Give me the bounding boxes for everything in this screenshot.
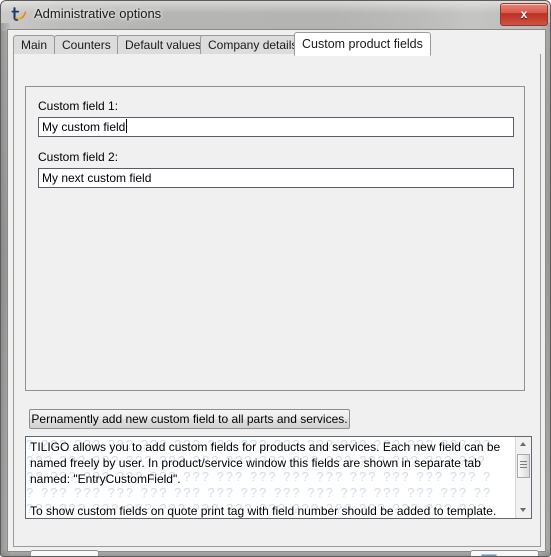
info-text-content: TILIGO allows you to add custom fields f… [30, 439, 510, 518]
title-bar[interactable]: Administrative options x [1, 1, 550, 29]
save-button[interactable]: Save [470, 550, 539, 556]
text-caret [126, 119, 127, 133]
custom-field-2-input[interactable]: My next custom field [38, 168, 514, 188]
cancel-button[interactable]: Cancel [30, 550, 99, 556]
tab-custom-product-fields[interactable]: Custom product fields [294, 32, 431, 56]
info-text-box[interactable]: ? ??? ??? ??? ??? ??? ??? ??? ??? ??? ??… [25, 436, 532, 519]
tab-counters[interactable]: Counters [54, 35, 119, 55]
close-button[interactable]: x [500, 3, 548, 26]
dialog-button-bar: Cancel Sav [14, 548, 550, 556]
scroll-down-arrow-icon[interactable] [516, 503, 531, 518]
tab-default-values[interactable]: Default values [117, 35, 210, 55]
scroll-up-arrow-icon[interactable] [516, 437, 531, 452]
custom-field-1-label: Custom field 1: [38, 99, 119, 113]
administrative-options-window: Administrative options x Main Counters D… [0, 0, 551, 557]
tab-strip: Main Counters Default values Company det… [13, 32, 541, 56]
scrollbar-grip-icon [520, 461, 527, 470]
save-button-label: Save [502, 551, 529, 556]
floppy-disk-save-icon [481, 554, 497, 556]
window-title: Administrative options [34, 6, 162, 21]
close-icon: x [520, 7, 528, 21]
client-area: Main Counters Default values Company det… [7, 29, 546, 556]
permanently-add-custom-field-button[interactable]: Pernamently add new custom field to all … [29, 409, 350, 429]
tab-company-details[interactable]: Company details [200, 35, 306, 55]
info-vertical-scrollbar[interactable] [515, 437, 531, 518]
tiligo-t-logo-icon [10, 5, 30, 25]
info-paragraph-2: To show custom fields on quote print tag… [30, 504, 497, 518]
custom-field-1-input[interactable]: My custom field [38, 117, 514, 137]
custom-fields-panel: Custom field 1: My custom field Custom f… [25, 86, 525, 391]
scrollbar-thumb[interactable] [517, 454, 530, 478]
custom-field-2-label: Custom field 2: [38, 150, 119, 164]
info-paragraph-1: TILIGO allows you to add custom fields f… [30, 440, 501, 486]
tab-page-custom-product-fields: Custom field 1: My custom field Custom f… [13, 54, 541, 556]
tab-main[interactable]: Main [13, 35, 56, 55]
